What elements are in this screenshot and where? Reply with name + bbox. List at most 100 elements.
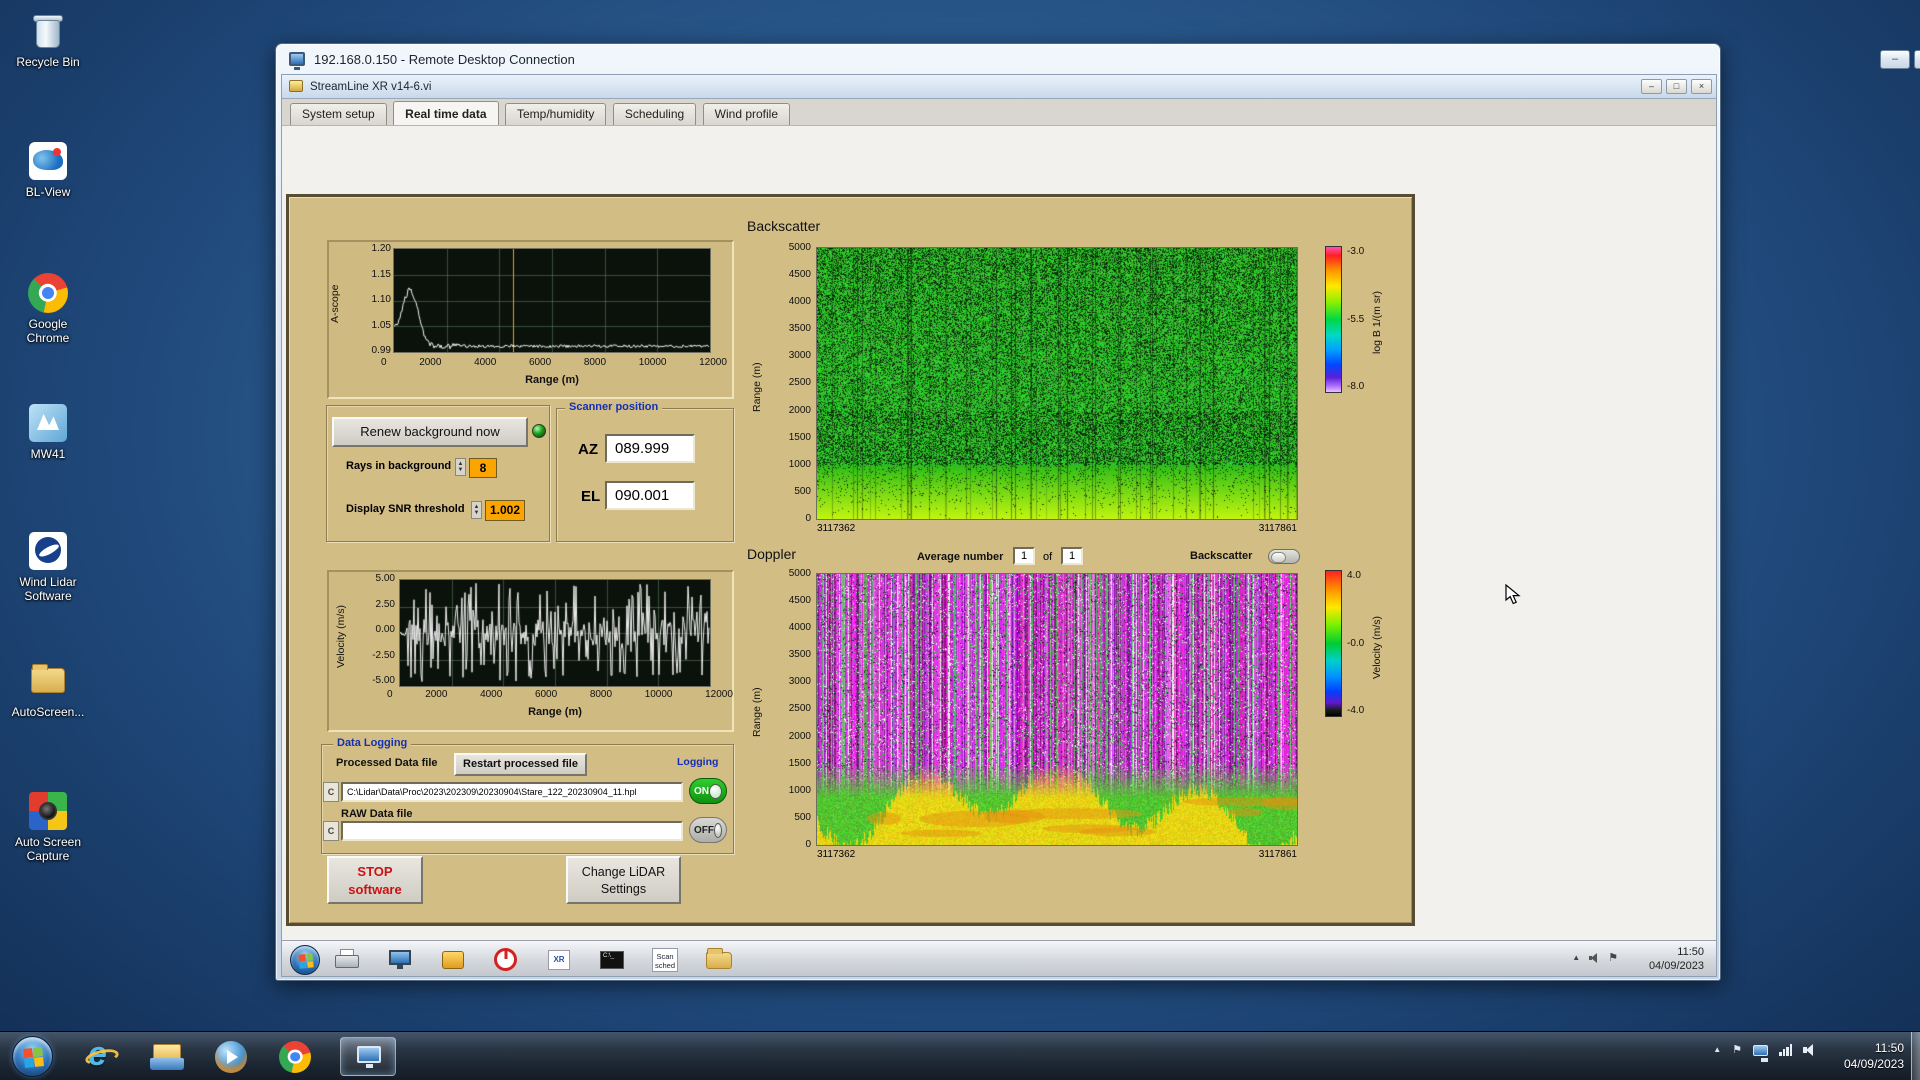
backscatter-y-axis-label: Range (m) — [751, 362, 763, 412]
change-button-line1: Change LiDAR — [581, 865, 666, 879]
stop-software-button[interactable]: STOP software — [327, 856, 423, 904]
backscatter-title: Backscatter — [747, 218, 821, 234]
raw-path-type-button[interactable]: C — [323, 821, 339, 841]
doppler-y-axis-label: Range (m) — [751, 687, 763, 737]
tray-chevron-icon[interactable]: ▲ — [1572, 953, 1580, 962]
backscatter-toggle-switch[interactable] — [1268, 549, 1300, 564]
desktop-icon-label: Auto Screen Capture — [14, 835, 82, 863]
velocity-plot[interactable] — [399, 579, 711, 687]
tick-label: 6000 — [534, 689, 558, 700]
printer-icon[interactable] — [332, 946, 362, 974]
backscatter-heatmap[interactable] — [816, 247, 1298, 520]
restart-processed-file-button[interactable]: Restart processed file — [454, 753, 587, 776]
maximize-button[interactable]: □ — [1914, 50, 1920, 69]
display-app-icon[interactable] — [385, 946, 415, 974]
remote-session-area: StreamLine XR v14-6.vi – □ × System setu… — [281, 74, 1717, 977]
snr-spinner[interactable]: ▲ ▼ — [471, 501, 482, 519]
tick-label: 4500 — [788, 595, 811, 607]
remote-clock[interactable]: 11:50 04/09/2023 — [1649, 945, 1704, 973]
bl-view-icon — [27, 140, 69, 182]
az-value-field[interactable]: 089.999 — [605, 434, 695, 463]
doppler-x-tick-right: 3117861 — [1258, 849, 1297, 860]
app-close-button[interactable]: × — [1691, 79, 1712, 94]
tab-temp-humidity[interactable]: Temp/humidity — [504, 103, 607, 125]
remote-start-orb[interactable] — [290, 945, 320, 975]
desktop-icon-wind-lidar-software[interactable]: Wind Lidar Software — [8, 530, 88, 603]
rays-spinner[interactable]: ▲ ▼ — [455, 458, 466, 476]
tab-wind-profile[interactable]: Wind profile — [702, 103, 791, 125]
app-minimize-button[interactable]: – — [1641, 79, 1662, 94]
raw-path-field[interactable] — [341, 821, 683, 841]
data-logging-title: Data Logging — [333, 737, 412, 749]
minimize-button[interactable]: – — [1880, 50, 1910, 69]
processed-logging-toggle[interactable]: ON — [689, 778, 727, 804]
tick-label: 3500 — [788, 323, 811, 335]
app-title: StreamLine XR v14-6.vi — [310, 81, 432, 93]
xr-app-icon[interactable]: XR — [544, 946, 574, 974]
tick-label: 0.99 — [371, 345, 391, 356]
snr-threshold-value[interactable]: 1.002 — [485, 500, 525, 521]
tick-label: 3000 — [788, 676, 811, 688]
average-number-value[interactable]: 1 — [1013, 547, 1035, 565]
velocity-y-axis-label: Velocity (m/s) — [335, 605, 347, 669]
console-icon[interactable]: C:\_ — [597, 946, 627, 974]
tick-label: 1500 — [788, 431, 811, 443]
show-hidden-icons-chevron[interactable]: ▲ — [1713, 1044, 1721, 1056]
app-body: A-scope 1.20 1.15 1.10 1.05 0.99 0 2000 4000 60… — [282, 126, 1716, 940]
tick-label: 8000 — [589, 689, 613, 700]
change-lidar-settings-button[interactable]: Change LiDAR Settings — [566, 856, 681, 904]
volume-icon[interactable] — [1803, 1044, 1816, 1056]
desktop-icon-bl-view[interactable]: BL-View — [8, 140, 88, 199]
tick-label: 2500 — [788, 377, 811, 389]
start-orb[interactable] — [12, 1036, 53, 1077]
taskbar-clock[interactable]: 11:50 04/09/2023 — [1844, 1040, 1904, 1072]
folder-icon[interactable] — [703, 946, 733, 974]
yellow-app-icon[interactable] — [438, 946, 468, 974]
doppler-colorbar — [1325, 570, 1342, 717]
doppler-heatmap[interactable] — [816, 573, 1298, 846]
processed-path-field[interactable]: C:\Lidar\Data\Proc\2023\202309\20230904\… — [341, 782, 683, 802]
desktop-icon-google-chrome[interactable]: Google Chrome — [8, 272, 88, 345]
az-label: AZ — [578, 441, 598, 458]
rdp-taskbar-item[interactable] — [340, 1037, 396, 1076]
tab-scheduling[interactable]: Scheduling — [612, 103, 697, 125]
internet-explorer-icon[interactable]: e — [83, 1035, 122, 1076]
desktop-icon-mw41[interactable]: MW41 — [8, 402, 88, 461]
backscatter-x-tick-right: 3117861 — [1258, 523, 1297, 534]
display-tray-icon[interactable] — [1753, 1044, 1768, 1062]
windows-flag-icon — [298, 953, 314, 969]
tick-label: 5000 — [788, 568, 811, 579]
volume-icon[interactable] — [1589, 952, 1599, 963]
tab-system-setup[interactable]: System setup — [290, 103, 387, 125]
raw-logging-toggle[interactable]: OFF — [689, 817, 727, 843]
windows-explorer-icon[interactable] — [148, 1038, 186, 1076]
desktop-icon-recycle-bin[interactable]: Recycle Bin — [8, 10, 88, 69]
tab-real-time-data[interactable]: Real time data — [393, 101, 499, 125]
pointer-cursor-icon — [1505, 584, 1521, 605]
renew-background-button[interactable]: Renew background now — [332, 417, 528, 447]
rays-in-background-value[interactable]: 8 — [469, 458, 497, 478]
rdp-window: 192.168.0.150 - Remote Desktop Connectio… — [275, 43, 1920, 981]
scanner-position-group — [556, 408, 734, 542]
scan-sched-icon[interactable]: Scan sched — [650, 946, 680, 974]
chrome-icon[interactable] — [276, 1038, 314, 1076]
tick-label: 10000 — [638, 357, 667, 368]
power-app-icon[interactable] — [491, 946, 521, 974]
velocity-y-ticks: 5.00 2.50 0.00 -2.50 -5.00 — [357, 574, 395, 686]
desktop-icon-autoscreen[interactable]: AutoScreen... — [8, 660, 88, 719]
snr-threshold-label: Display SNR threshold — [346, 503, 465, 515]
processed-path-type-button[interactable]: C — [323, 782, 339, 802]
media-player-icon[interactable] — [212, 1038, 250, 1076]
doppler-x-tick-left: 3117362 — [817, 849, 856, 860]
app-maximize-button[interactable]: □ — [1666, 79, 1687, 94]
rdp-window-icon — [357, 1046, 381, 1068]
average-count-value[interactable]: 1 — [1061, 547, 1083, 565]
ascope-plot[interactable] — [393, 248, 711, 353]
network-icon[interactable] — [1779, 1044, 1792, 1056]
desktop-icon-auto-screen-capture[interactable]: Auto Screen Capture — [8, 790, 88, 863]
el-value-field[interactable]: 090.001 — [605, 481, 695, 510]
show-desktop-button[interactable] — [1911, 1032, 1920, 1080]
action-center-flag-icon[interactable]: ⚑ — [1732, 1044, 1742, 1056]
ascope-x-ticks: 0 2000 4000 6000 8000 10000 12000 — [381, 357, 727, 369]
tray-flag-icon[interactable]: ⚑ — [1608, 951, 1618, 964]
